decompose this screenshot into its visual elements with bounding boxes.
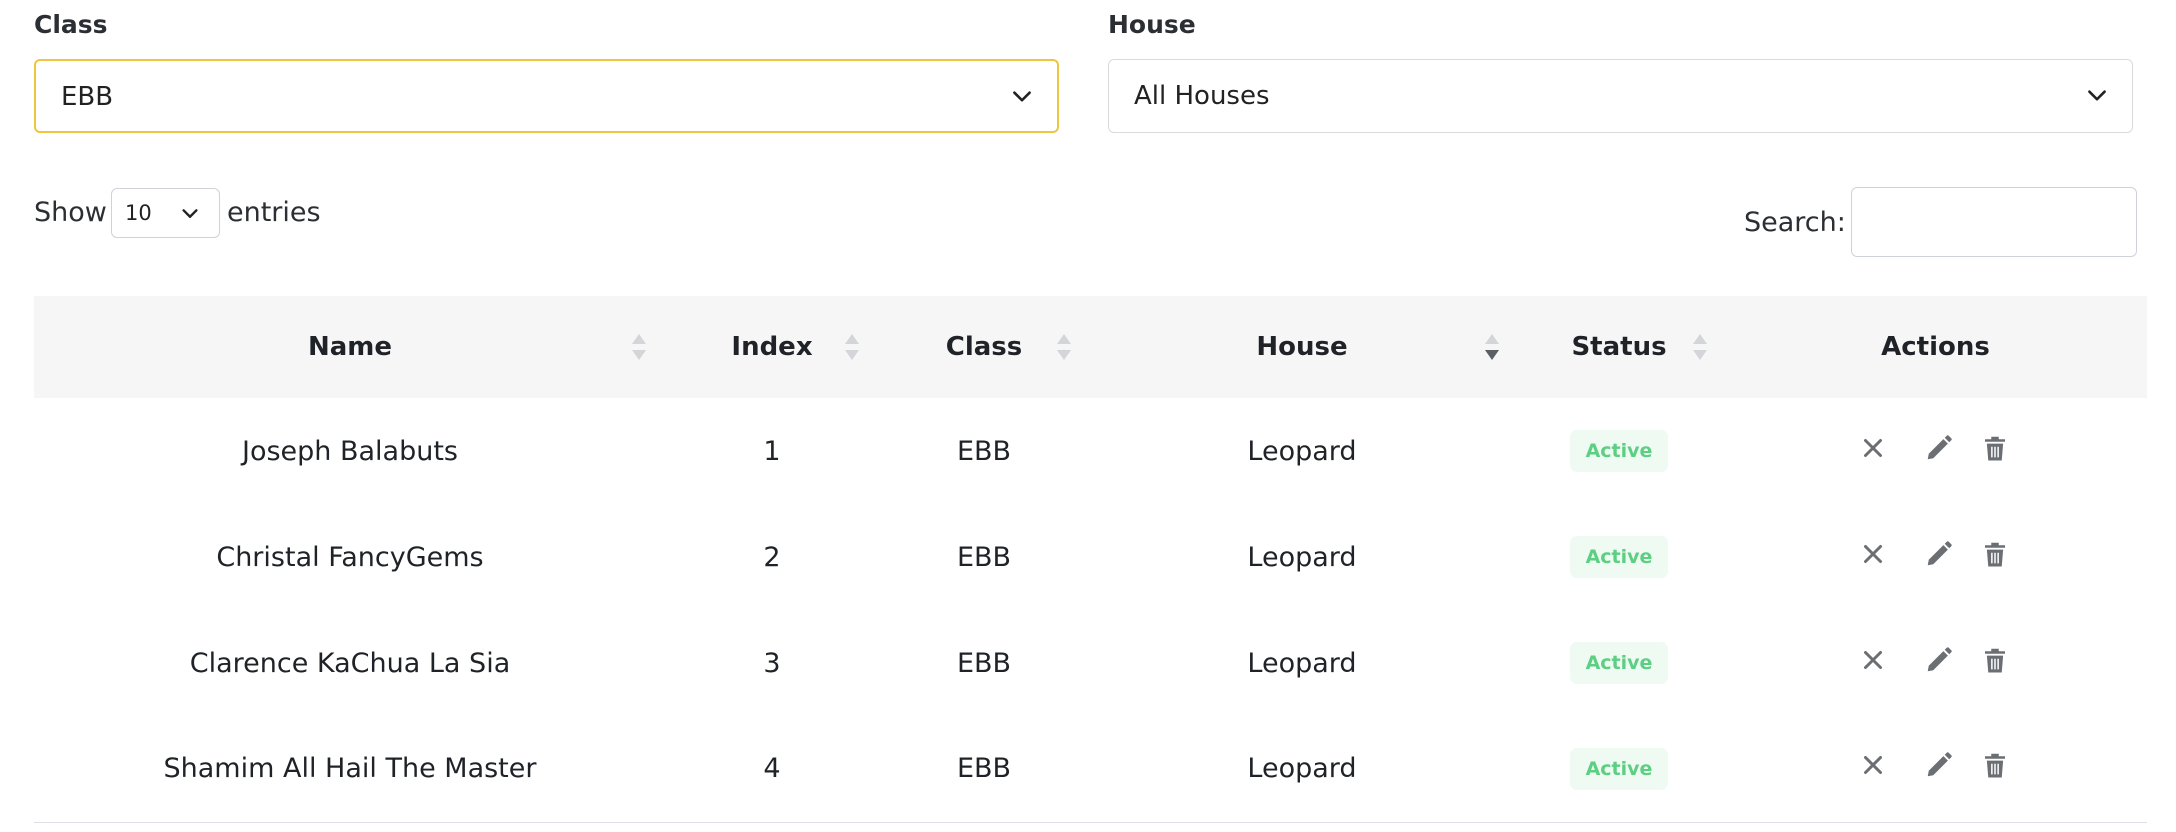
trash-icon[interactable]: [1980, 433, 2010, 463]
cell-index: 2: [763, 541, 781, 573]
cell-actions: [1724, 398, 2147, 504]
house-filter-label: House: [1108, 10, 1196, 39]
sort-icon: [845, 334, 859, 360]
close-icon[interactable]: [1858, 539, 1888, 569]
cell-class: EBB: [956, 753, 1012, 785]
table-header-row: Name Index Class House Status Actions: [34, 296, 2147, 398]
entries-label: entries: [227, 197, 321, 228]
entries-per-page-select[interactable]: 10: [111, 188, 220, 238]
cell-actions: [1724, 610, 2147, 716]
cell-house: Leopard: [1247, 753, 1357, 785]
column-header-status[interactable]: Status: [1514, 296, 1724, 398]
filters-bar: Class EBB House All Houses: [0, 0, 2176, 140]
entries-per-page-value: 10: [125, 201, 152, 225]
cell-class: EBB: [956, 435, 1012, 467]
table-row: Joseph Balabuts 1 EBB Leopard Active: [34, 398, 2147, 504]
cell-name: Clarence KaChua La Sia: [189, 647, 511, 679]
table-row: Clarence KaChua La Sia 3 EBB Leopard Act…: [34, 610, 2147, 716]
cell-house: Leopard: [1247, 541, 1357, 573]
students-table: Name Index Class House Status Actions Jo…: [34, 296, 2147, 823]
cell-class: EBB: [956, 541, 1012, 573]
pencil-icon[interactable]: [1924, 750, 1954, 780]
cell-name: Christal FancyGems: [216, 541, 484, 573]
sort-icon: [1057, 334, 1071, 360]
chevron-down-icon: [2088, 90, 2106, 101]
cell-name: Shamim All Hail The Master: [163, 753, 537, 785]
trash-icon[interactable]: [1980, 645, 2010, 675]
class-select[interactable]: EBB: [34, 59, 1059, 133]
search-input[interactable]: [1851, 187, 2137, 257]
column-header-label: House: [1256, 332, 1348, 362]
house-select[interactable]: All Houses: [1108, 59, 2133, 133]
trash-icon[interactable]: [1980, 750, 2010, 780]
status-badge: Active: [1569, 747, 1669, 790]
column-header-label: Name: [307, 332, 393, 362]
column-header-class[interactable]: Class: [878, 296, 1090, 398]
status-badge: Active: [1569, 536, 1669, 578]
table-row: Shamim All Hail The Master 4 EBB Leopard…: [34, 716, 2147, 822]
sort-icon: [1693, 334, 1707, 360]
close-icon[interactable]: [1858, 750, 1888, 780]
table-row: Christal FancyGems 2 EBB Leopard Active: [34, 504, 2147, 610]
column-header-label: Status: [1571, 332, 1667, 362]
column-header-actions: Actions: [1724, 296, 2147, 398]
cell-house: Leopard: [1247, 435, 1357, 467]
house-select-value: All Houses: [1134, 81, 1270, 111]
status-badge: Active: [1569, 642, 1669, 684]
pencil-icon[interactable]: [1924, 433, 1954, 463]
cell-actions: [1724, 716, 2147, 822]
search-label: Search:: [1744, 207, 1846, 238]
status-badge: Active: [1569, 430, 1669, 472]
cell-name: Joseph Balabuts: [241, 435, 458, 467]
column-header-house[interactable]: House: [1090, 296, 1514, 398]
chevron-down-icon: [1013, 91, 1031, 102]
column-header-label: Actions: [1881, 332, 1990, 362]
pencil-icon[interactable]: [1924, 645, 1954, 675]
close-icon[interactable]: [1858, 645, 1888, 675]
class-filter-label: Class: [34, 10, 108, 39]
table-controls: Show 10 entries Search:: [34, 186, 2142, 257]
chevron-down-icon: [182, 209, 198, 218]
pencil-icon[interactable]: [1924, 539, 1954, 569]
sort-icon: [632, 334, 646, 360]
show-label: Show: [34, 197, 107, 228]
cell-status: Active: [1514, 398, 1724, 504]
cell-index: 1: [763, 435, 781, 467]
cell-status: Active: [1514, 716, 1724, 822]
close-icon[interactable]: [1858, 433, 1888, 463]
cell-house: Leopard: [1247, 647, 1357, 679]
sort-desc-icon: [1485, 334, 1499, 360]
cell-status: Active: [1514, 610, 1724, 716]
cell-actions: [1724, 504, 2147, 610]
column-header-name[interactable]: Name: [34, 296, 666, 398]
cell-index: 3: [763, 647, 781, 679]
column-header-index[interactable]: Index: [666, 296, 878, 398]
column-header-label: Index: [731, 332, 813, 362]
trash-icon[interactable]: [1980, 539, 2010, 569]
cell-status: Active: [1514, 504, 1724, 610]
cell-class: EBB: [956, 647, 1012, 679]
cell-index: 4: [763, 753, 781, 785]
class-select-value: EBB: [61, 82, 114, 112]
column-header-label: Class: [945, 332, 1023, 362]
